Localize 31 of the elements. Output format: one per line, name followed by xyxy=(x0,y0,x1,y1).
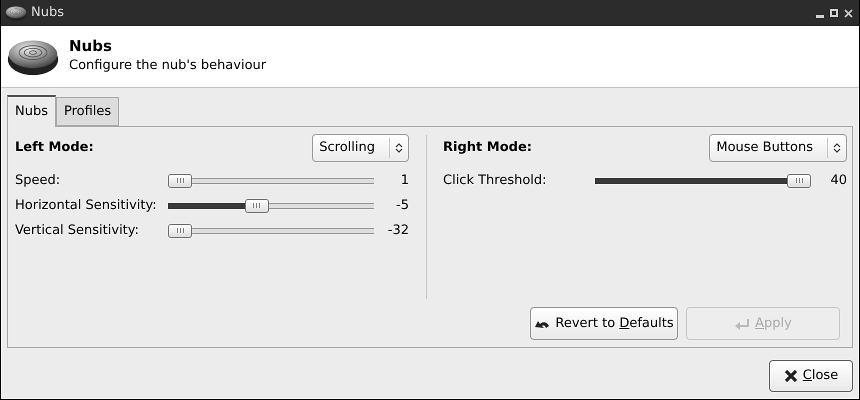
tab[interactable]: Profiles xyxy=(56,97,120,126)
window-title: Nubs xyxy=(31,4,64,22)
mode-label: Left Mode: xyxy=(15,139,94,158)
slider-handle[interactable] xyxy=(168,174,192,188)
mode-label: Right Mode: xyxy=(443,139,532,158)
slider-label: Speed: xyxy=(15,172,62,190)
revert-button[interactable]: Revert to Defaults xyxy=(530,307,678,340)
enter-icon xyxy=(734,318,750,330)
slider-label: Click Threshold: xyxy=(443,172,548,190)
slider-label: Horizontal Sensitivity: xyxy=(15,196,158,215)
mode-dropdown[interactable]: Mouse Buttons xyxy=(709,134,847,162)
minimize-icon[interactable] xyxy=(816,14,824,18)
slider-value: 1 xyxy=(400,172,409,190)
slider-value: -5 xyxy=(396,196,409,215)
tab[interactable]: Nubs xyxy=(7,95,56,127)
header-title: Nubs xyxy=(69,37,113,56)
maximize-icon[interactable] xyxy=(830,9,838,17)
slider-handle[interactable] xyxy=(168,224,192,238)
close-icon[interactable] xyxy=(844,8,853,18)
updown-icon xyxy=(395,142,403,154)
close-button[interactable]: Close xyxy=(769,360,853,392)
updown-icon xyxy=(833,142,841,154)
slider-label: Vertical Sensitivity: xyxy=(15,222,140,240)
slider-value: -32 xyxy=(388,222,409,240)
slider-handle[interactable] xyxy=(787,174,811,188)
slider-value: 40 xyxy=(830,172,847,190)
slider-handle[interactable] xyxy=(244,198,269,212)
mode-dropdown[interactable]: Scrolling xyxy=(312,134,409,162)
x-icon xyxy=(784,370,798,382)
header-subtitle: Configure the nub's behaviour xyxy=(69,57,266,76)
app-icon xyxy=(5,4,27,22)
